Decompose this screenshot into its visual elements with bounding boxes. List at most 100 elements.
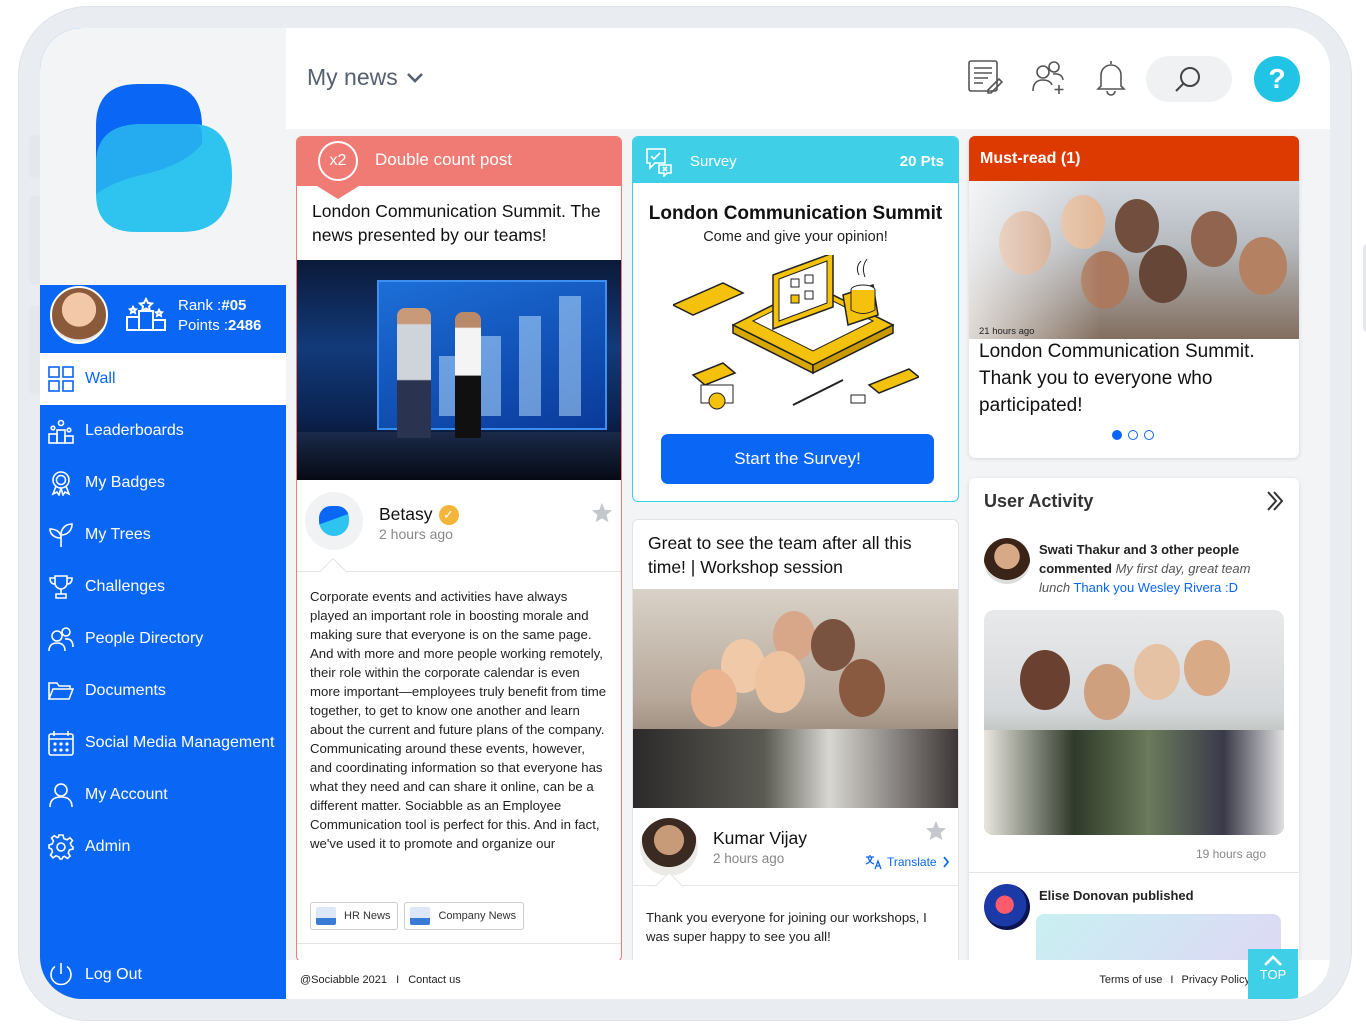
- tag-label: HR News: [344, 910, 391, 922]
- stage-floor: [297, 432, 621, 480]
- translate-icon: [865, 855, 882, 870]
- sidebar-item-label: My Trees: [85, 526, 151, 543]
- avatar[interactable]: [50, 286, 108, 344]
- star-icon[interactable]: [591, 502, 613, 524]
- search-button[interactable]: [1146, 56, 1232, 102]
- sidebar-item-my-account[interactable]: My Account: [40, 769, 286, 821]
- activity-link[interactable]: Thank you Wesley Rivera :D: [1073, 580, 1238, 595]
- decor-bodies: [984, 730, 1284, 835]
- profile-summary[interactable]: Rank :#05 Points :2486: [40, 285, 286, 353]
- avatar[interactable]: [984, 538, 1030, 584]
- podium-icon: [126, 297, 166, 331]
- sidebar-item-label: Challenges: [85, 578, 166, 595]
- sidebar-item-social-media-management[interactable]: Social Media Management: [40, 717, 286, 769]
- translate-button[interactable]: Translate: [865, 854, 950, 870]
- carousel-dot[interactable]: [1112, 430, 1122, 440]
- must-read-image[interactable]: [969, 181, 1299, 339]
- must-read-header[interactable]: Must-read (1): [969, 136, 1299, 181]
- decor-face: [839, 659, 885, 717]
- verified-icon: ✓: [438, 505, 459, 525]
- sidebar-nav: Wall Leaderboards My Badges My Trees Cha…: [40, 353, 286, 873]
- copyright-text: @Sociabble 2021: [300, 974, 388, 986]
- carousel-dot[interactable]: [1128, 430, 1138, 440]
- post-body: Corporate events and activities have alw…: [310, 589, 607, 851]
- tag-thumbnail: [316, 907, 336, 925]
- chevron-down-icon: [406, 72, 423, 83]
- double-chevron-right-icon[interactable]: [1265, 490, 1285, 512]
- must-read-card: Must-read (1) 21 hours ago London Commun…: [969, 136, 1299, 458]
- footer-right: Terms of use I Privacy Policy: [1099, 974, 1250, 986]
- logout-button[interactable]: Log Out: [48, 962, 142, 988]
- survey-card: Survey 20 Pts London Communication Summi…: [632, 136, 959, 502]
- help-button[interactable]: ?: [1254, 56, 1300, 102]
- page-title-dropdown[interactable]: My news: [307, 64, 424, 91]
- translate-label: Translate: [887, 855, 937, 869]
- edit-document-icon[interactable]: [966, 58, 1004, 96]
- presenter: [397, 308, 431, 438]
- add-user-icon[interactable]: [1030, 58, 1068, 96]
- survey-label: Survey: [690, 153, 737, 170]
- post-author: Betasy ✓ 2 hours ago: [297, 480, 621, 587]
- author-name[interactable]: Kumar Vijay: [713, 828, 807, 849]
- tag-hr-news[interactable]: HR News: [310, 902, 399, 930]
- tag-company-news[interactable]: Company News: [404, 902, 525, 930]
- page-title: My news: [307, 64, 398, 90]
- terms-link[interactable]: Terms of use: [1099, 974, 1162, 986]
- post-title[interactable]: Great to see the team after all this tim…: [633, 520, 958, 589]
- user-activity-title: User Activity: [984, 491, 1094, 511]
- people-icon: [48, 627, 74, 652]
- must-read-time: 21 hours ago: [979, 326, 1035, 337]
- carousel-dots: [1112, 430, 1154, 440]
- badge-text: x2: [318, 141, 358, 181]
- avatar[interactable]: [984, 884, 1030, 930]
- sidebar-item-label: Admin: [85, 838, 131, 855]
- decor-face: [691, 669, 737, 727]
- start-survey-button[interactable]: Start the Survey!: [661, 434, 934, 484]
- gear-icon: [48, 834, 74, 860]
- sidebar-item-leaderboards[interactable]: Leaderboards: [40, 405, 286, 457]
- author-avatar[interactable]: [640, 818, 698, 876]
- rank-text: Rank :#05: [178, 297, 247, 314]
- sidebar-item-people-directory[interactable]: People Directory: [40, 613, 286, 665]
- survey-title: London Communication Summit: [648, 203, 943, 224]
- star-icon[interactable]: [925, 820, 947, 842]
- workshop-post-card: Great to see the team after all this tim…: [632, 519, 959, 979]
- top-bar: My news ?: [286, 28, 1330, 129]
- post-title[interactable]: London Communication Summit. The news pr…: [297, 186, 621, 260]
- sidebar-item-wall[interactable]: Wall: [40, 353, 286, 405]
- sidebar: Rank :#05 Points :2486 Wall Leaderboards…: [40, 28, 286, 999]
- carousel-dot[interactable]: [1144, 430, 1154, 440]
- sidebar-item-my-badges[interactable]: My Badges: [40, 457, 286, 509]
- sidebar-item-label: Wall: [85, 370, 116, 387]
- sidebar-item-admin[interactable]: Admin: [40, 821, 286, 873]
- must-read-title[interactable]: London Communication Summit. Thank you t…: [979, 338, 1289, 419]
- sidebar-item-label: My Badges: [85, 474, 166, 491]
- activity-image[interactable]: [984, 610, 1284, 835]
- sidebar-item-my-trees[interactable]: My Trees: [40, 509, 286, 561]
- author-name[interactable]: Betasy ✓: [379, 504, 459, 525]
- post-tags: HR News Company News: [310, 902, 525, 930]
- sociabble-logo[interactable]: [96, 84, 232, 232]
- contact-link[interactable]: Contact us: [408, 974, 461, 986]
- bell-icon[interactable]: [1092, 58, 1130, 96]
- decor-face: [1020, 650, 1070, 710]
- logo-area: [40, 28, 286, 285]
- post-image[interactable]: [297, 260, 621, 480]
- privacy-link[interactable]: Privacy Policy: [1182, 974, 1250, 986]
- presenter: [455, 312, 481, 438]
- folder-icon: [48, 682, 74, 700]
- points-text: Points :2486: [178, 317, 262, 334]
- post-time: 2 hours ago: [379, 526, 453, 542]
- footer-separator: I: [1170, 974, 1174, 986]
- scroll-top-button[interactable]: TOP: [1248, 949, 1298, 999]
- sidebar-item-label: People Directory: [85, 630, 204, 647]
- sidebar-item-label: Leaderboards: [85, 422, 184, 439]
- user-activity-card: User Activity Swati Thakur and 3 other p…: [969, 478, 1299, 979]
- footer-left: @Sociabble 2021 I Contact us: [300, 974, 461, 986]
- post-image[interactable]: [633, 589, 958, 808]
- sidebar-item-documents[interactable]: Documents: [40, 665, 286, 717]
- post-author: Kumar Vijay 2 hours ago Translate: [633, 808, 958, 901]
- sidebar-item-challenges[interactable]: Challenges: [40, 561, 286, 613]
- chevron-right-icon: [942, 856, 949, 868]
- author-avatar[interactable]: [305, 492, 363, 550]
